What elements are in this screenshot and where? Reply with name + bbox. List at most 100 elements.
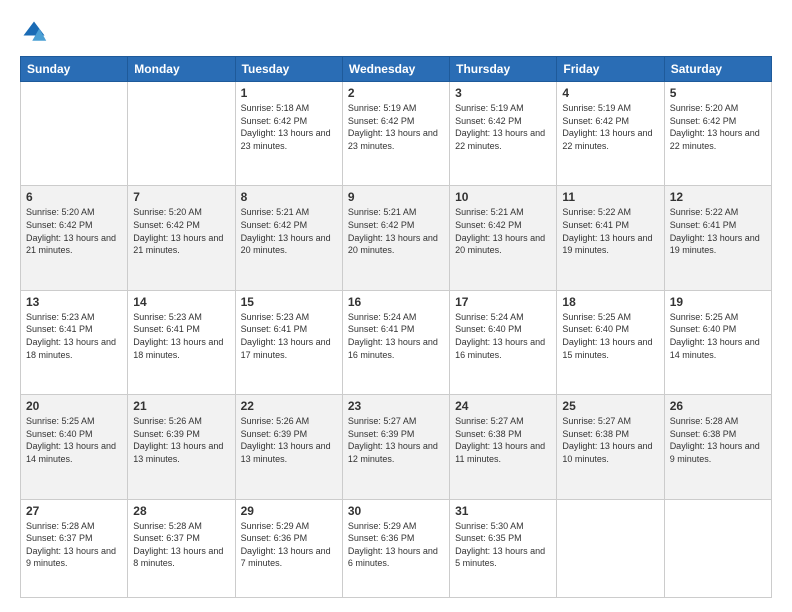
calendar-cell: 15 Sunrise: 5:23 AM Sunset: 6:41 PM Dayli… xyxy=(235,290,342,394)
day-info: Sunrise: 5:27 AM Sunset: 6:38 PM Dayligh… xyxy=(455,415,551,465)
day-info: Sunrise: 5:28 AM Sunset: 6:37 PM Dayligh… xyxy=(133,520,229,570)
day-number: 14 xyxy=(133,295,229,309)
calendar-cell: 24 Sunrise: 5:27 AM Sunset: 6:38 PM Dayli… xyxy=(450,395,557,499)
day-info: Sunrise: 5:26 AM Sunset: 6:39 PM Dayligh… xyxy=(133,415,229,465)
day-info: Sunrise: 5:28 AM Sunset: 6:37 PM Dayligh… xyxy=(26,520,122,570)
calendar-cell: 7Sunrise: 5:20 AM Sunset: 6:42 PM Daylig… xyxy=(128,186,235,290)
calendar-cell: 14 Sunrise: 5:23 AM Sunset: 6:41 PM Dayli… xyxy=(128,290,235,394)
weekday-header-thursday: Thursday xyxy=(450,57,557,82)
calendar-cell: 23 Sunrise: 5:27 AM Sunset: 6:39 PM Dayli… xyxy=(342,395,449,499)
calendar-cell: 10 Sunrise: 5:21 AM Sunset: 6:42 PM Dayli… xyxy=(450,186,557,290)
day-number: 15 xyxy=(241,295,337,309)
day-number: 16 xyxy=(348,295,444,309)
day-info: Sunrise: 5:20 AM Sunset: 6:42 PM Dayligh… xyxy=(670,102,766,152)
calendar-cell: 22 Sunrise: 5:26 AM Sunset: 6:39 PM Dayli… xyxy=(235,395,342,499)
weekday-header-saturday: Saturday xyxy=(664,57,771,82)
page: SundayMondayTuesdayWednesdayThursdayFrid… xyxy=(0,0,792,612)
day-info: Sunrise: 5:27 AM Sunset: 6:38 PM Dayligh… xyxy=(562,415,658,465)
calendar-cell: 25 Sunrise: 5:27 AM Sunset: 6:38 PM Dayli… xyxy=(557,395,664,499)
day-info: Sunrise: 5:27 AM Sunset: 6:39 PM Dayligh… xyxy=(348,415,444,465)
day-number: 7 xyxy=(133,190,229,204)
day-number: 28 xyxy=(133,504,229,518)
calendar-cell xyxy=(557,499,664,597)
day-number: 17 xyxy=(455,295,551,309)
day-number: 6 xyxy=(26,190,122,204)
calendar-cell: 19Sunrise: 5:25 AM Sunset: 6:40 PM Dayli… xyxy=(664,290,771,394)
day-number: 30 xyxy=(348,504,444,518)
day-number: 20 xyxy=(26,399,122,413)
day-info: Sunrise: 5:29 AM Sunset: 6:36 PM Dayligh… xyxy=(241,520,337,570)
weekday-header-sunday: Sunday xyxy=(21,57,128,82)
day-info: Sunrise: 5:29 AM Sunset: 6:36 PM Dayligh… xyxy=(348,520,444,570)
calendar-week-1: 1 Sunrise: 5:18 AM Sunset: 6:42 PM Daylig… xyxy=(21,82,772,186)
day-info: Sunrise: 5:21 AM Sunset: 6:42 PM Dayligh… xyxy=(241,206,337,256)
calendar-cell: 9Sunrise: 5:21 AM Sunset: 6:42 PM Daylig… xyxy=(342,186,449,290)
day-info: Sunrise: 5:24 AM Sunset: 6:41 PM Dayligh… xyxy=(348,311,444,361)
day-info: Sunrise: 5:28 AM Sunset: 6:38 PM Dayligh… xyxy=(670,415,766,465)
logo-icon xyxy=(20,18,48,46)
calendar-cell xyxy=(128,82,235,186)
day-number: 12 xyxy=(670,190,766,204)
day-info: Sunrise: 5:21 AM Sunset: 6:42 PM Dayligh… xyxy=(455,206,551,256)
day-number: 18 xyxy=(562,295,658,309)
day-info: Sunrise: 5:25 AM Sunset: 6:40 PM Dayligh… xyxy=(562,311,658,361)
calendar-cell: 1 Sunrise: 5:18 AM Sunset: 6:42 PM Daylig… xyxy=(235,82,342,186)
day-number: 22 xyxy=(241,399,337,413)
weekday-header-friday: Friday xyxy=(557,57,664,82)
calendar-cell: 21 Sunrise: 5:26 AM Sunset: 6:39 PM Dayli… xyxy=(128,395,235,499)
calendar-cell: 5 Sunrise: 5:20 AM Sunset: 6:42 PM Daylig… xyxy=(664,82,771,186)
day-info: Sunrise: 5:19 AM Sunset: 6:42 PM Dayligh… xyxy=(562,102,658,152)
day-number: 29 xyxy=(241,504,337,518)
calendar-week-5: 27 Sunrise: 5:28 AM Sunset: 6:37 PM Dayli… xyxy=(21,499,772,597)
day-number: 13 xyxy=(26,295,122,309)
calendar-cell: 18 Sunrise: 5:25 AM Sunset: 6:40 PM Dayli… xyxy=(557,290,664,394)
calendar-week-3: 13 Sunrise: 5:23 AM Sunset: 6:41 PM Dayli… xyxy=(21,290,772,394)
day-info: Sunrise: 5:24 AM Sunset: 6:40 PM Dayligh… xyxy=(455,311,551,361)
day-number: 24 xyxy=(455,399,551,413)
day-number: 23 xyxy=(348,399,444,413)
calendar-cell: 31 Sunrise: 5:30 AM Sunset: 6:35 PM Dayli… xyxy=(450,499,557,597)
calendar-cell: 29 Sunrise: 5:29 AM Sunset: 6:36 PM Dayli… xyxy=(235,499,342,597)
day-info: Sunrise: 5:25 AM Sunset: 6:40 PM Dayligh… xyxy=(26,415,122,465)
weekday-header-tuesday: Tuesday xyxy=(235,57,342,82)
weekday-header-row: SundayMondayTuesdayWednesdayThursdayFrid… xyxy=(21,57,772,82)
day-info: Sunrise: 5:23 AM Sunset: 6:41 PM Dayligh… xyxy=(26,311,122,361)
calendar-cell: 13 Sunrise: 5:23 AM Sunset: 6:41 PM Dayli… xyxy=(21,290,128,394)
calendar-week-4: 20 Sunrise: 5:25 AM Sunset: 6:40 PM Dayli… xyxy=(21,395,772,499)
calendar-cell: 6Sunrise: 5:20 AM Sunset: 6:42 PM Daylig… xyxy=(21,186,128,290)
day-info: Sunrise: 5:18 AM Sunset: 6:42 PM Dayligh… xyxy=(241,102,337,152)
day-info: Sunrise: 5:21 AM Sunset: 6:42 PM Dayligh… xyxy=(348,206,444,256)
day-info: Sunrise: 5:30 AM Sunset: 6:35 PM Dayligh… xyxy=(455,520,551,570)
day-number: 4 xyxy=(562,86,658,100)
day-number: 8 xyxy=(241,190,337,204)
day-number: 21 xyxy=(133,399,229,413)
calendar-cell: 28 Sunrise: 5:28 AM Sunset: 6:37 PM Dayli… xyxy=(128,499,235,597)
calendar-cell: 26Sunrise: 5:28 AM Sunset: 6:38 PM Dayli… xyxy=(664,395,771,499)
day-number: 31 xyxy=(455,504,551,518)
calendar-cell: 8 Sunrise: 5:21 AM Sunset: 6:42 PM Daylig… xyxy=(235,186,342,290)
calendar-cell: 11 Sunrise: 5:22 AM Sunset: 6:41 PM Dayli… xyxy=(557,186,664,290)
day-info: Sunrise: 5:26 AM Sunset: 6:39 PM Dayligh… xyxy=(241,415,337,465)
calendar-cell: 12Sunrise: 5:22 AM Sunset: 6:41 PM Dayli… xyxy=(664,186,771,290)
day-info: Sunrise: 5:22 AM Sunset: 6:41 PM Dayligh… xyxy=(562,206,658,256)
day-info: Sunrise: 5:23 AM Sunset: 6:41 PM Dayligh… xyxy=(241,311,337,361)
day-number: 19 xyxy=(670,295,766,309)
logo xyxy=(20,18,52,46)
day-number: 27 xyxy=(26,504,122,518)
day-info: Sunrise: 5:19 AM Sunset: 6:42 PM Dayligh… xyxy=(455,102,551,152)
calendar-cell: 20 Sunrise: 5:25 AM Sunset: 6:40 PM Dayli… xyxy=(21,395,128,499)
day-info: Sunrise: 5:19 AM Sunset: 6:42 PM Dayligh… xyxy=(348,102,444,152)
header xyxy=(20,18,772,46)
day-info: Sunrise: 5:23 AM Sunset: 6:41 PM Dayligh… xyxy=(133,311,229,361)
calendar-cell: 27 Sunrise: 5:28 AM Sunset: 6:37 PM Dayli… xyxy=(21,499,128,597)
calendar-cell: 17 Sunrise: 5:24 AM Sunset: 6:40 PM Dayli… xyxy=(450,290,557,394)
calendar-cell: 3Sunrise: 5:19 AM Sunset: 6:42 PM Daylig… xyxy=(450,82,557,186)
day-number: 25 xyxy=(562,399,658,413)
calendar-cell: 30 Sunrise: 5:29 AM Sunset: 6:36 PM Dayli… xyxy=(342,499,449,597)
day-number: 11 xyxy=(562,190,658,204)
day-number: 2 xyxy=(348,86,444,100)
calendar-table: SundayMondayTuesdayWednesdayThursdayFrid… xyxy=(20,56,772,598)
day-number: 10 xyxy=(455,190,551,204)
day-number: 5 xyxy=(670,86,766,100)
day-number: 1 xyxy=(241,86,337,100)
